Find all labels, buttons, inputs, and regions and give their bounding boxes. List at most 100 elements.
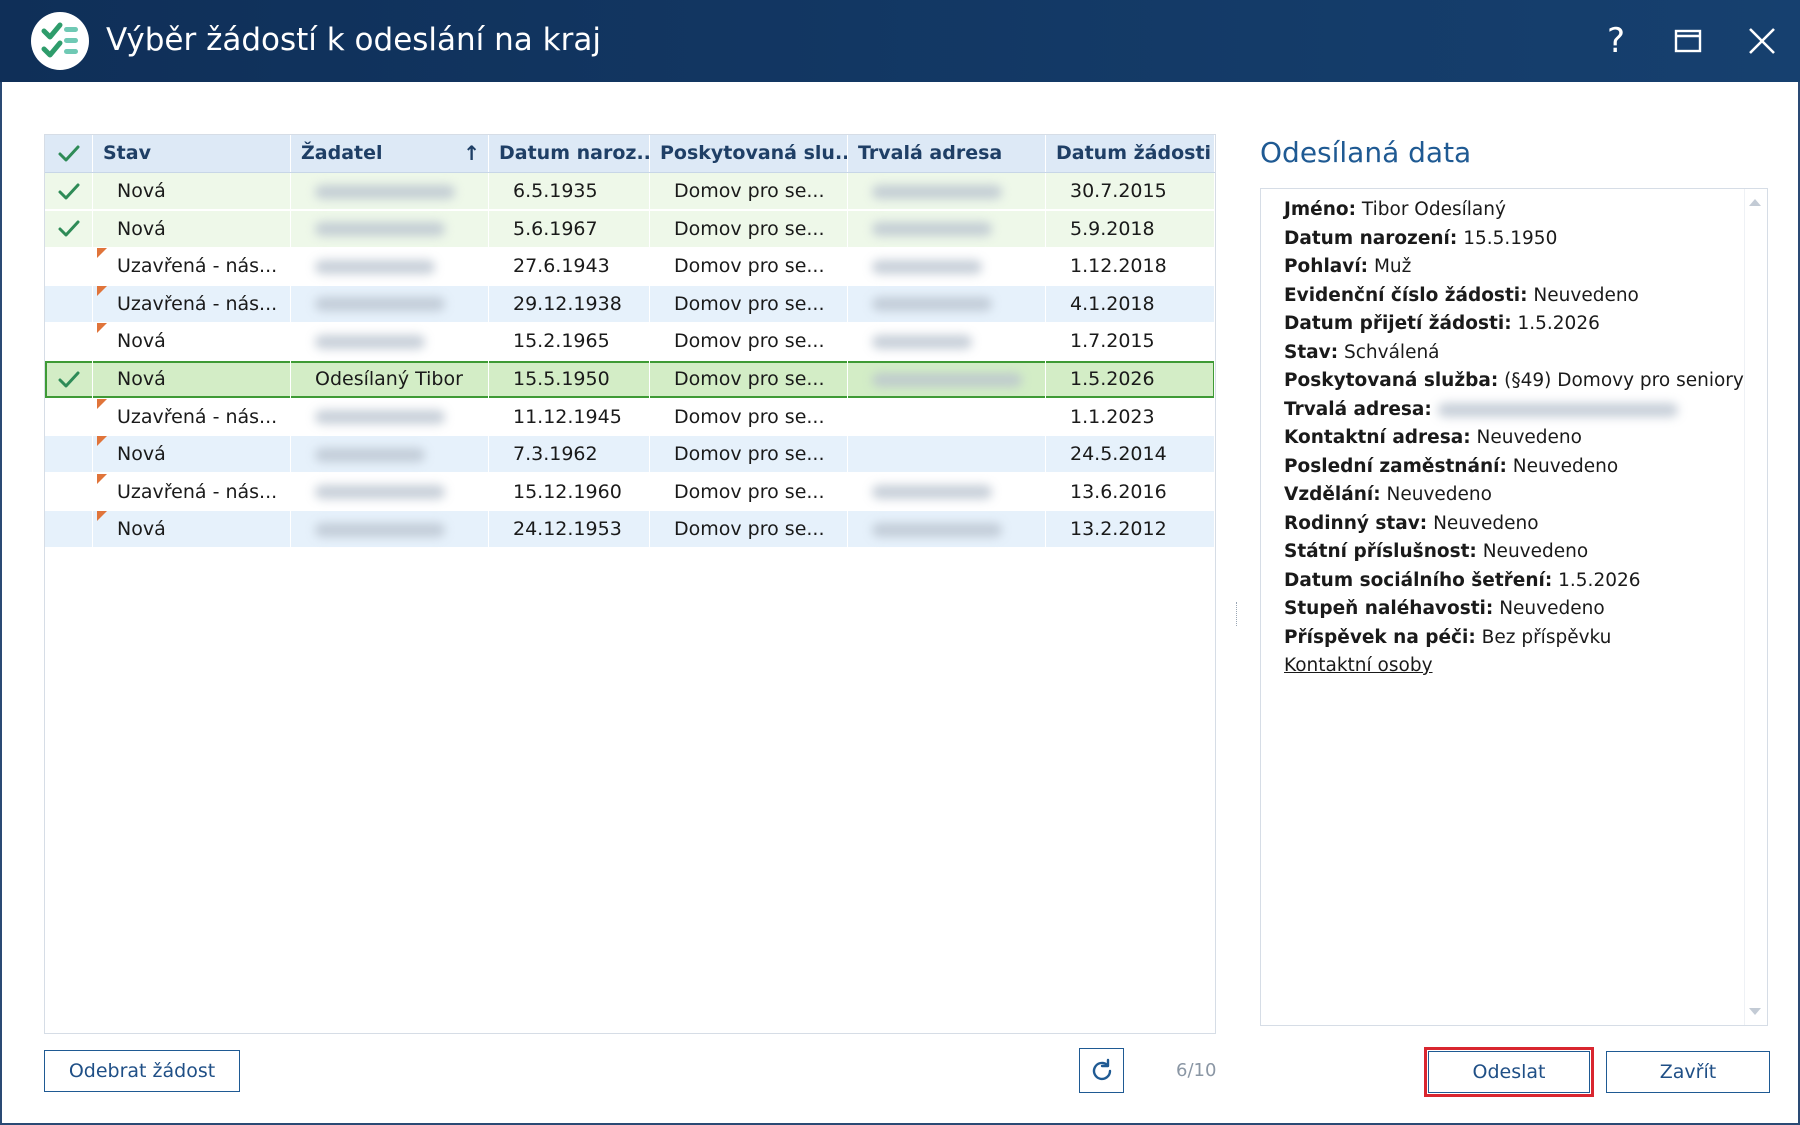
cell-text: 13.6.2016: [1070, 480, 1167, 503]
table-row[interactable]: Nová 7.3.1962 Domov pro se... 24.5.2014: [45, 436, 1215, 474]
column-header-label: Trvalá adresa: [858, 142, 1003, 164]
cell-datum_zadosti: 1.1.2023: [1046, 398, 1215, 436]
row-check-cell[interactable]: [45, 398, 93, 436]
redacted-value: [872, 222, 992, 237]
cell-text: Domov pro se...: [674, 292, 825, 315]
cell-datum_narozeni: 15.2.1965: [489, 323, 650, 361]
cell-text: 15.2.1965: [513, 330, 610, 353]
cell-stav: Uzavřená - nás...: [93, 398, 291, 436]
contact-persons-link[interactable]: Kontaktní osoby: [1284, 652, 1744, 681]
cell-stav: Uzavřená - nás...: [93, 285, 291, 323]
send-button[interactable]: Odeslat: [1428, 1051, 1590, 1093]
detail-field-value: Neuvedeno: [1476, 427, 1582, 448]
cell-text: Domov pro se...: [674, 368, 825, 390]
detail-field: Kontaktní adresa: Neuvedeno: [1284, 424, 1744, 453]
column-header-datum_narozeni[interactable]: Datum naroz...: [489, 135, 650, 172]
row-check-cell[interactable]: [45, 323, 93, 361]
cell-text: Uzavřená - nás...: [117, 480, 278, 503]
detail-field-label: Rodinný stav:: [1284, 512, 1428, 534]
detail-field-value: Tibor Odesílaný: [1361, 199, 1506, 220]
table-row[interactable]: Nová Odesílaný Tibor 15.5.1950 Domov pro se…: [45, 361, 1215, 398]
cell-text: 1.5.2026: [1070, 368, 1155, 390]
cell-text: 15.5.1950: [513, 368, 610, 390]
table-row[interactable]: Uzavřená - nás... 27.6.1943 Domov pro se..…: [45, 248, 1215, 286]
row-check-cell[interactable]: [45, 210, 93, 248]
cell-adresa: [848, 285, 1046, 323]
cell-text: Odesílaný Tibor: [315, 368, 463, 390]
cell-text: Nová: [117, 180, 166, 202]
cell-zadatel: [291, 173, 489, 210]
detail-fields: Jméno: Tibor Odesílaný Datum narození: 15…: [1284, 196, 1744, 681]
row-check-cell[interactable]: [45, 473, 93, 511]
cell-text: Domov pro se...: [674, 443, 825, 466]
cell-text: 6.5.1935: [513, 180, 598, 202]
column-header-datum_zadosti[interactable]: Datum žádosti: [1046, 135, 1215, 172]
detail-field-label: Pohlaví:: [1284, 256, 1369, 277]
column-header-label: Poskytovaná slu...: [660, 142, 848, 164]
close-window-button[interactable]: [1738, 18, 1786, 64]
cell-text: 15.12.1960: [513, 480, 622, 503]
detail-field-label: Stupeň naléhavosti:: [1284, 598, 1494, 619]
sort-ascending-icon: ↑: [463, 141, 480, 165]
row-check-cell[interactable]: [45, 248, 93, 286]
detail-scrollbar[interactable]: [1744, 189, 1767, 1025]
detail-field: Stav: Schválená: [1284, 339, 1744, 368]
cell-datum_narozeni: 15.5.1950: [489, 361, 650, 398]
row-check-cell[interactable]: [45, 361, 93, 398]
row-check-cell[interactable]: [45, 436, 93, 474]
table-row[interactable]: Nová 24.12.1953 Domov pro se... 13.2.2012: [45, 511, 1215, 549]
cell-text: 29.12.1938: [513, 292, 622, 315]
column-header-check[interactable]: [45, 135, 93, 172]
cell-datum_narozeni: 7.3.1962: [489, 436, 650, 474]
column-header-stav[interactable]: Stav: [93, 135, 291, 172]
row-check-cell[interactable]: [45, 285, 93, 323]
maximize-button[interactable]: [1664, 18, 1712, 64]
table-row[interactable]: Uzavřená - nás... 15.12.1960 Domov pro se.…: [45, 473, 1215, 511]
row-check-cell[interactable]: [45, 173, 93, 210]
detail-field: Datum přijetí žádosti: 1.5.2026: [1284, 310, 1744, 339]
detail-field-label: Datum narození:: [1284, 227, 1458, 249]
table-row[interactable]: Nová 5.6.1967 Domov pro se... 5.9.2018: [45, 210, 1215, 248]
cell-datum_zadosti: 5.9.2018: [1046, 210, 1215, 248]
table-row[interactable]: Uzavřená - nás... 29.12.1938 Domov pro se.…: [45, 285, 1215, 323]
table-row[interactable]: Uzavřená - nás... 11.12.1945 Domov pro se.…: [45, 398, 1215, 436]
cell-adresa: [848, 173, 1046, 210]
cell-text: 30.7.2015: [1070, 180, 1167, 202]
redacted-value: [872, 184, 1002, 199]
detail-field-label: Poskytovaná služba:: [1284, 370, 1499, 391]
select-all-check-icon: [58, 145, 79, 161]
table-row[interactable]: Nová 6.5.1935 Domov pro se... 30.7.2015: [45, 173, 1215, 210]
cell-sluzba: Domov pro se...: [650, 285, 848, 323]
maximize-icon: [1674, 29, 1702, 53]
detail-field-value: 1.5.2026: [1558, 569, 1641, 591]
cell-sluzba: Domov pro se...: [650, 473, 848, 511]
help-button[interactable]: ?: [1592, 18, 1640, 64]
cell-sluzba: Domov pro se...: [650, 248, 848, 286]
refresh-icon: [1092, 1058, 1111, 1080]
detail-field-label: Trvalá adresa:: [1284, 398, 1432, 420]
cell-text: Domov pro se...: [674, 405, 825, 428]
close-button[interactable]: Zavřít: [1606, 1051, 1770, 1093]
detail-field-label: Příspěvek na péči:: [1284, 626, 1476, 648]
detail-field-label: Stav:: [1284, 341, 1339, 363]
column-header-sluzba[interactable]: Poskytovaná slu...: [650, 135, 848, 172]
cell-sluzba: Domov pro se...: [650, 210, 848, 248]
remove-request-button[interactable]: Odebrat žádost: [44, 1050, 240, 1092]
scroll-down-icon[interactable]: [1749, 1008, 1761, 1015]
redacted-value: [315, 184, 455, 199]
cell-text: Nová: [117, 443, 166, 466]
cell-text: 1.7.2015: [1070, 330, 1155, 353]
cell-zadatel: [291, 210, 489, 248]
cell-sluzba: Domov pro se...: [650, 323, 848, 361]
detail-field: Stupeň naléhavosti: Neuvedeno: [1284, 595, 1744, 624]
redacted-value: [315, 447, 425, 462]
column-header-zadatel[interactable]: Žadatel ↑: [291, 135, 489, 172]
refresh-button[interactable]: [1079, 1048, 1124, 1093]
panel-splitter[interactable]: [1236, 602, 1240, 626]
cell-datum_zadosti: 13.6.2016: [1046, 473, 1215, 511]
cell-datum_zadosti: 30.7.2015: [1046, 173, 1215, 210]
row-check-cell[interactable]: [45, 511, 93, 549]
table-row[interactable]: Nová 15.2.1965 Domov pro se... 1.7.2015: [45, 323, 1215, 361]
scroll-up-icon[interactable]: [1749, 199, 1761, 206]
column-header-adresa[interactable]: Trvalá adresa: [848, 135, 1046, 172]
